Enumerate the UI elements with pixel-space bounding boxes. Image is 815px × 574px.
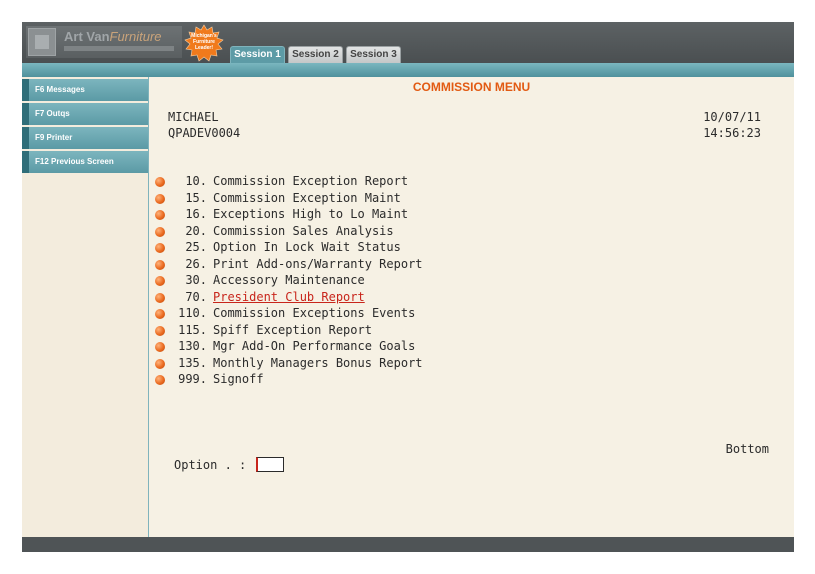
user-name: MICHAEL: [168, 110, 219, 124]
menu-item-label[interactable]: Accessory Maintenance: [213, 273, 365, 287]
bullet-icon: [155, 193, 165, 204]
menu-item-number: 16.: [185, 207, 207, 221]
menu-item-label[interactable]: Option In Lock Wait Status: [213, 240, 401, 254]
menu-item-number: 10.: [185, 174, 207, 188]
bullet-icon: [155, 325, 165, 336]
bullet-icon: [155, 259, 165, 270]
company-logo: Art VanFurniture: [26, 26, 182, 58]
bullet-icon: [155, 309, 165, 319]
f9-printer-button[interactable]: F9 Printer: [22, 127, 148, 149]
bullet-icon: [155, 210, 165, 220]
f7-outqs-button[interactable]: F7 Outqs: [22, 103, 148, 125]
header-divider-bar: [22, 63, 794, 77]
menu-item[interactable]: 135. Monthly Managers Bonus Report: [149, 356, 549, 372]
terminal-window: Art VanFurniture Michigan's Furniture Le…: [22, 22, 794, 552]
menu-item[interactable]: 26. Print Add-ons/Warranty Report: [149, 257, 549, 273]
menu-item[interactable]: 110. Commission Exceptions Events: [149, 306, 549, 322]
device-name: QPADEV0004: [168, 126, 241, 140]
f12-previous-screen-button[interactable]: F12 Previous Screen: [22, 151, 148, 173]
menu-item-label[interactable]: Spiff Exception Report: [213, 323, 372, 337]
bullet-icon: [155, 226, 165, 237]
menu-item-label[interactable]: Commission Sales Analysis: [213, 224, 394, 238]
menu-item-label[interactable]: Commission Exceptions Events: [213, 306, 415, 320]
menu-item[interactable]: 115. Spiff Exception Report: [149, 323, 549, 339]
menu-item-label[interactable]: Commission Exception Report: [213, 174, 408, 188]
menu-item-number: 15.: [185, 190, 207, 205]
menu-item-label[interactable]: Exceptions High to Lo Maint: [213, 207, 408, 221]
tab-session-3[interactable]: Session 3: [346, 46, 401, 63]
menu-item[interactable]: 20. Commission Sales Analysis: [149, 224, 549, 240]
logo-mark-icon: [28, 28, 56, 56]
bullet-icon: [155, 342, 165, 352]
menu-item[interactable]: 10. Commission Exception Report: [149, 174, 549, 190]
menu-item-number: 25.: [185, 240, 207, 254]
starburst-badge-icon: Michigan's Furniture Leader!: [184, 24, 224, 62]
menu-item-label[interactable]: Signoff: [213, 372, 264, 386]
footer-bar: [22, 537, 794, 552]
screen-content: COMMISSION MENU MICHAEL QPADEV0004 10/07…: [149, 77, 794, 537]
menu-item-number: 130.: [178, 339, 207, 353]
f6-messages-button[interactable]: F6 Messages: [22, 79, 148, 101]
scroll-indicator: Bottom: [725, 442, 769, 456]
menu-item-number: 70.: [185, 289, 207, 304]
bullet-icon: [155, 375, 165, 385]
menu-item-number: 30.: [185, 273, 207, 287]
bullet-icon: [155, 177, 165, 187]
system-time: 14:56:23: [703, 126, 761, 140]
bullet-icon: [155, 358, 165, 369]
menu-item-label[interactable]: Mgr Add-On Performance Goals: [213, 339, 415, 353]
bullet-icon: [155, 292, 165, 303]
page-title: COMMISSION MENU: [412, 80, 531, 94]
menu-item-number: 115.: [178, 322, 207, 337]
system-date: 10/07/11: [703, 110, 761, 124]
menu-item[interactable]: 130. Mgr Add-On Performance Goals: [149, 339, 549, 355]
menu-item-number: 26.: [185, 256, 207, 271]
tab-session-1[interactable]: Session 1: [230, 46, 285, 63]
menu-item-label[interactable]: Monthly Managers Bonus Report: [213, 356, 423, 370]
menu-item[interactable]: 25. Option In Lock Wait Status: [149, 240, 549, 256]
menu-item[interactable]: 16. Exceptions High to Lo Maint: [149, 207, 549, 223]
menu-item-number: 999.: [178, 372, 207, 386]
menu-item-number: 135.: [178, 355, 207, 370]
menu-item-link-president-club-report[interactable]: President Club Report: [213, 290, 365, 304]
bullet-icon: [155, 276, 165, 286]
menu-item-label[interactable]: Commission Exception Maint: [213, 191, 401, 205]
menu-item-number: 20.: [185, 223, 207, 238]
menu-item-label[interactable]: Print Add-ons/Warranty Report: [213, 257, 423, 271]
tab-session-2[interactable]: Session 2: [288, 46, 343, 63]
bullet-icon: [155, 243, 165, 253]
logo-tagline: [64, 46, 174, 51]
menu-item[interactable]: 30. Accessory Maintenance: [149, 273, 549, 289]
menu-item[interactable]: 15. Commission Exception Maint: [149, 191, 549, 207]
menu-item-number: 110.: [178, 306, 207, 320]
menu-item[interactable]: 70. President Club Report: [149, 290, 549, 306]
option-label: Option . :: [174, 458, 247, 472]
logo-text: Art VanFurniture: [64, 29, 162, 44]
header: Art VanFurniture Michigan's Furniture Le…: [22, 22, 794, 63]
option-input[interactable]: [256, 457, 284, 472]
function-key-sidebar: F6 Messages F7 Outqs F9 Printer F12 Prev…: [22, 77, 149, 537]
menu-item[interactable]: 999. Signoff: [149, 372, 549, 388]
